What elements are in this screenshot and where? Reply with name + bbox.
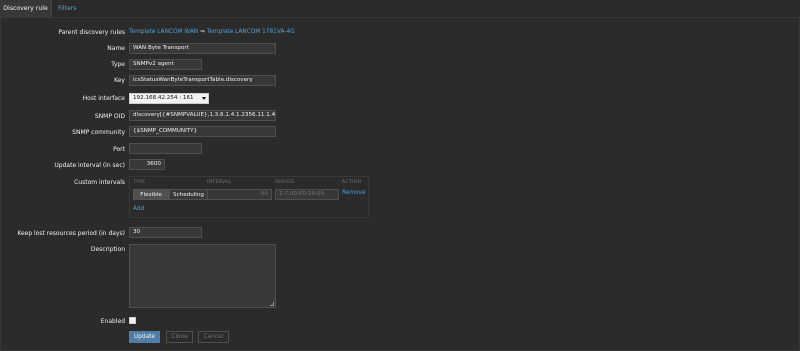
type-label: Type	[111, 61, 125, 68]
keep-lost-resources-field[interactable]: 30	[129, 227, 202, 238]
parent-discovery-rules-label: Parent discovery rules	[58, 29, 125, 36]
flexible-toggle[interactable]: Flexible	[133, 189, 169, 200]
keep-lost-resources-label: Keep lost resources period (in days)	[17, 230, 125, 237]
chevron-down-icon[interactable]	[200, 94, 208, 103]
scheduling-toggle[interactable]: Scheduling	[169, 189, 208, 200]
enabled-label: Enabled	[100, 318, 125, 325]
remove-interval-link[interactable]: Remove	[342, 190, 366, 196]
host-interface-label: Host interface	[82, 95, 125, 102]
name-field[interactable]: WAN Byte Transport	[129, 43, 276, 54]
column-header-type: TYPE	[133, 180, 146, 185]
column-header-action: ACTION	[342, 180, 362, 185]
port-label: Port	[113, 146, 125, 153]
description-textarea[interactable]	[129, 244, 276, 308]
update-interval-label: Update interval (in sec)	[54, 162, 125, 169]
tab-filters[interactable]: Filters	[58, 0, 77, 18]
parent-template-link-1[interactable]: Template LANCOM WAN	[129, 29, 198, 35]
type-field[interactable]: SNMPv2 agent	[129, 59, 202, 70]
description-label: Description	[90, 246, 125, 253]
enabled-checkbox[interactable]	[129, 317, 136, 324]
snmp-community-field[interactable]: {$SNMP_COMMUNITY}	[129, 126, 276, 137]
custom-period-field[interactable]: 1-7,00:00-24:00	[275, 189, 339, 200]
name-label: Name	[107, 45, 125, 52]
add-interval-link[interactable]: Add	[133, 206, 144, 212]
key-field[interactable]: lcsStatusWanByteTransportTable.discovery	[129, 75, 276, 86]
update-button[interactable]: Update	[129, 331, 160, 343]
resize-grip-icon[interactable]	[270, 302, 274, 306]
snmp-community-label: SNMP community	[72, 129, 125, 136]
cancel-button[interactable]: Cancel	[198, 331, 229, 343]
breadcrumb-arrow-icon: ⇒	[199, 29, 205, 35]
column-header-interval: INTERVAL	[207, 180, 232, 185]
update-interval-field[interactable]: 3600	[129, 159, 165, 170]
host-interface-select[interactable]: 192.168.42.254 : 161	[129, 93, 209, 104]
column-header-period: PERIOD	[275, 180, 295, 185]
form-frame	[0, 0, 800, 351]
custom-intervals-table: TYPE INTERVAL PERIOD ACTION Flexible Sch…	[129, 176, 369, 218]
tab-discovery-rule[interactable]: Discovery rule	[0, 0, 52, 18]
port-field[interactable]	[129, 143, 202, 154]
custom-intervals-label: Custom intervals	[74, 179, 125, 186]
custom-interval-field[interactable]: 50	[207, 189, 272, 200]
parent-template-link-2[interactable]: Template LANCOM 1781VA-4G	[207, 29, 295, 35]
parent-rules-breadcrumb: Template LANCOM WAN ⇒ Template LANCOM 17…	[129, 29, 295, 35]
snmp-oid-label: SNMP OID	[94, 113, 125, 120]
clone-button[interactable]: Clone	[166, 331, 193, 343]
key-label: Key	[114, 77, 125, 84]
host-interface-value: 192.168.42.254 : 161	[133, 95, 194, 101]
tab-bar: Discovery rule Filters	[0, 0, 800, 18]
snmp-oid-field[interactable]: discovery[{#SNMPVALUE},1.3.6.1.4.1.2356.…	[129, 110, 276, 121]
